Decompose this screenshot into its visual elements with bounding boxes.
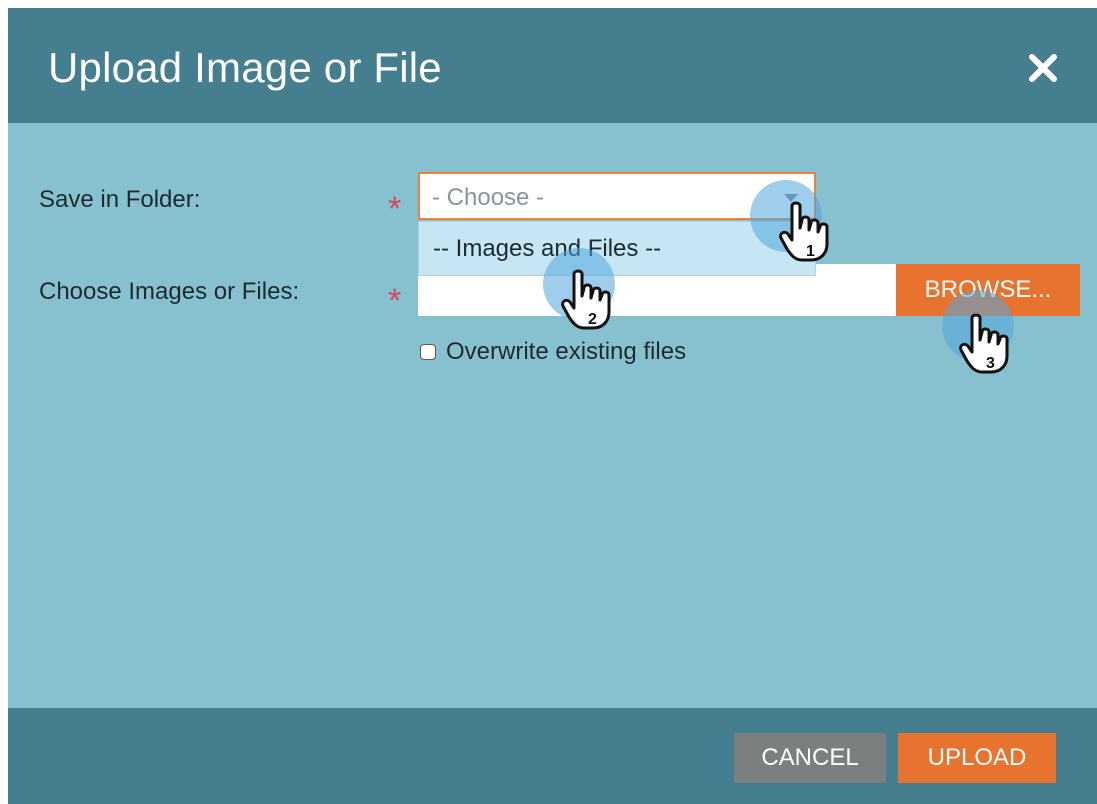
pointer-hand-icon: 3 — [959, 313, 1009, 374]
overwrite-checkbox[interactable] — [420, 344, 436, 360]
folder-required-mark: * — [388, 190, 402, 228]
overwrite-row: Overwrite existing files — [420, 338, 686, 366]
upload-dialog: Upload Image or File Save in Folder: * -… — [8, 8, 1097, 804]
step1-number: 1 — [806, 243, 815, 260]
dialog-header: Upload Image or File — [8, 8, 1097, 123]
upload-button[interactable]: UPLOAD — [898, 733, 1056, 783]
overwrite-label[interactable]: Overwrite existing files — [446, 338, 686, 366]
pointer-hand-icon: 2 — [561, 269, 611, 330]
step3-number: 3 — [986, 355, 995, 372]
folder-select-value: - Choose - — [432, 184, 545, 211]
close-icon[interactable] — [1026, 51, 1060, 85]
files-label: Choose Images or Files: — [39, 278, 300, 305]
pointer-hand-icon: 1 — [779, 201, 829, 262]
dialog-title: Upload Image or File — [48, 44, 442, 91]
dialog-footer: CANCEL UPLOAD — [8, 708, 1097, 804]
files-required-mark: * — [388, 282, 402, 320]
cancel-button[interactable]: CANCEL — [734, 733, 886, 783]
folder-option-images-and-files[interactable]: -- Images and Files -- — [433, 235, 661, 263]
step2-number: 2 — [588, 311, 597, 328]
folder-label: Save in Folder: — [39, 186, 201, 213]
